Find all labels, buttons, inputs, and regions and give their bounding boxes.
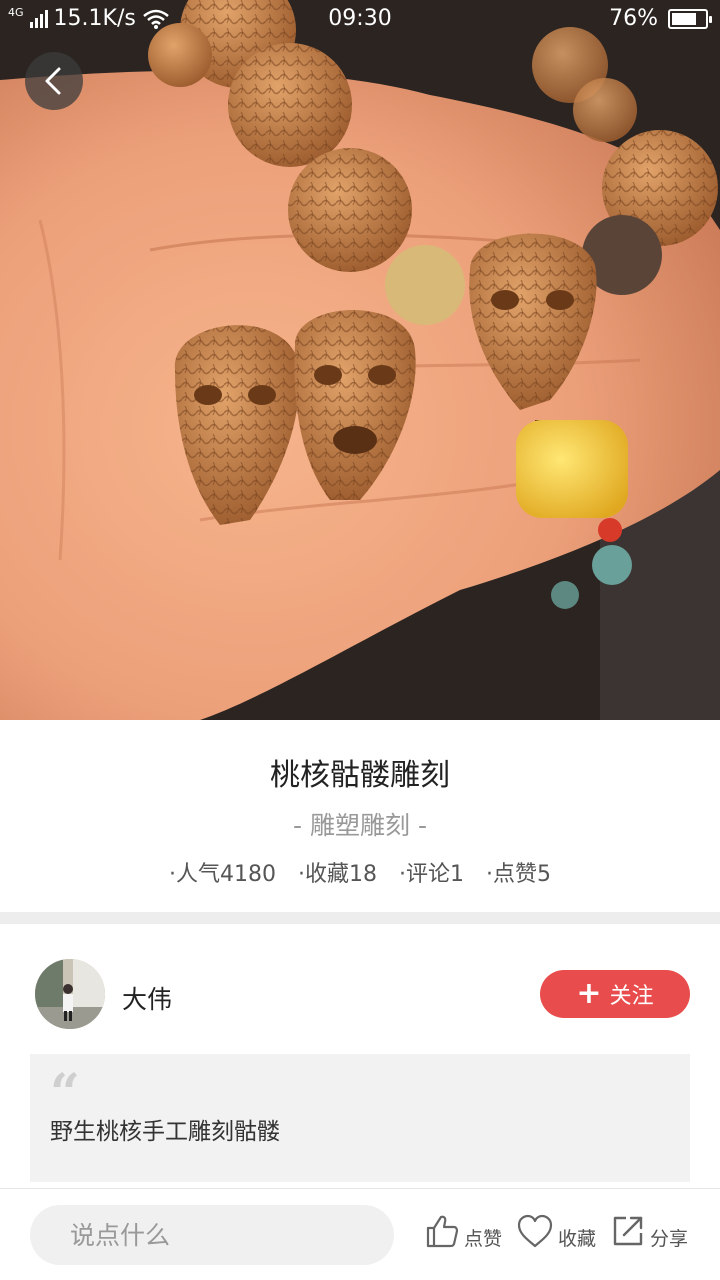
hero-photo [0,0,720,720]
bottom-bar: 点赞 收藏 分享 [0,1188,720,1280]
hero-illustration [0,0,720,720]
battery-icon [668,8,712,29]
battery-fill [672,12,697,25]
item-title: 桃核骷髅雕刻 [270,758,450,793]
author-row: 大伟 + 关注 [0,924,720,1054]
chevron-left-icon [45,67,61,95]
comment-input[interactable] [30,1205,394,1265]
like-label: 点赞 [464,1227,503,1250]
follow-label: 关注 [609,984,654,1009]
share-button[interactable]: 分享 [610,1213,689,1250]
follow-button[interactable]: + 关注 [540,970,690,1018]
battery-percent: 76% [609,6,658,31]
stat-popularity: ·人气4180 [169,862,276,887]
stat-likes: ·点赞5 [485,862,551,887]
thumbs-up-icon [426,1215,459,1248]
avatar-image [35,959,105,1029]
favorite-button[interactable]: 收藏 [516,1213,597,1250]
item-stats: ·人气4180 ·收藏18 ·评论1 ·点赞5 [0,856,720,888]
plus-icon: + [576,976,602,1011]
heart-icon [517,1214,553,1248]
section-divider [0,912,720,924]
avatar[interactable] [35,959,105,1029]
item-category: - 雕塑雕刻 - [293,811,427,840]
author-name[interactable]: 大伟 [122,980,172,1016]
stat-comments: ·评论1 [398,862,464,887]
description-box: “ 野生桃核手工雕刻骷髅 [30,1054,690,1182]
favorite-label: 收藏 [558,1227,597,1250]
share-label: 分享 [650,1227,689,1250]
stat-favorites: ·收藏18 [297,862,377,887]
status-bar: 4G 15.1K/s 09:30 76% [0,0,720,40]
description-text: 野生桃核手工雕刻骷髅 [50,1119,280,1145]
item-info: 桃核骷髅雕刻 - 雕塑雕刻 - ·人气4180 ·收藏18 ·评论1 ·点赞5 [0,720,720,912]
like-button[interactable]: 点赞 [424,1213,503,1250]
back-button[interactable] [25,52,83,110]
share-icon [613,1216,643,1246]
